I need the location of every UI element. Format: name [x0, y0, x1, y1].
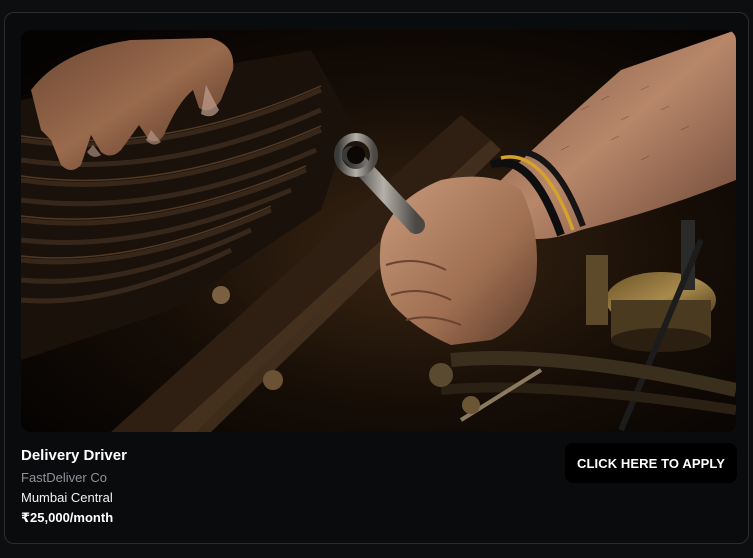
- company-name: FastDeliver Co: [21, 470, 107, 485]
- apply-button[interactable]: CLICK HERE TO APPLY: [565, 443, 737, 483]
- job-title: Delivery Driver: [21, 447, 127, 464]
- job-card[interactable]: Delivery Driver FastDeliver Co Mumbai Ce…: [4, 12, 749, 544]
- job-photo: [21, 30, 736, 432]
- job-salary: ₹25,000/month: [21, 510, 114, 525]
- job-location: Mumbai Central: [21, 490, 113, 505]
- job-info: Delivery Driver FastDeliver Co Mumbai Ce…: [21, 445, 127, 527]
